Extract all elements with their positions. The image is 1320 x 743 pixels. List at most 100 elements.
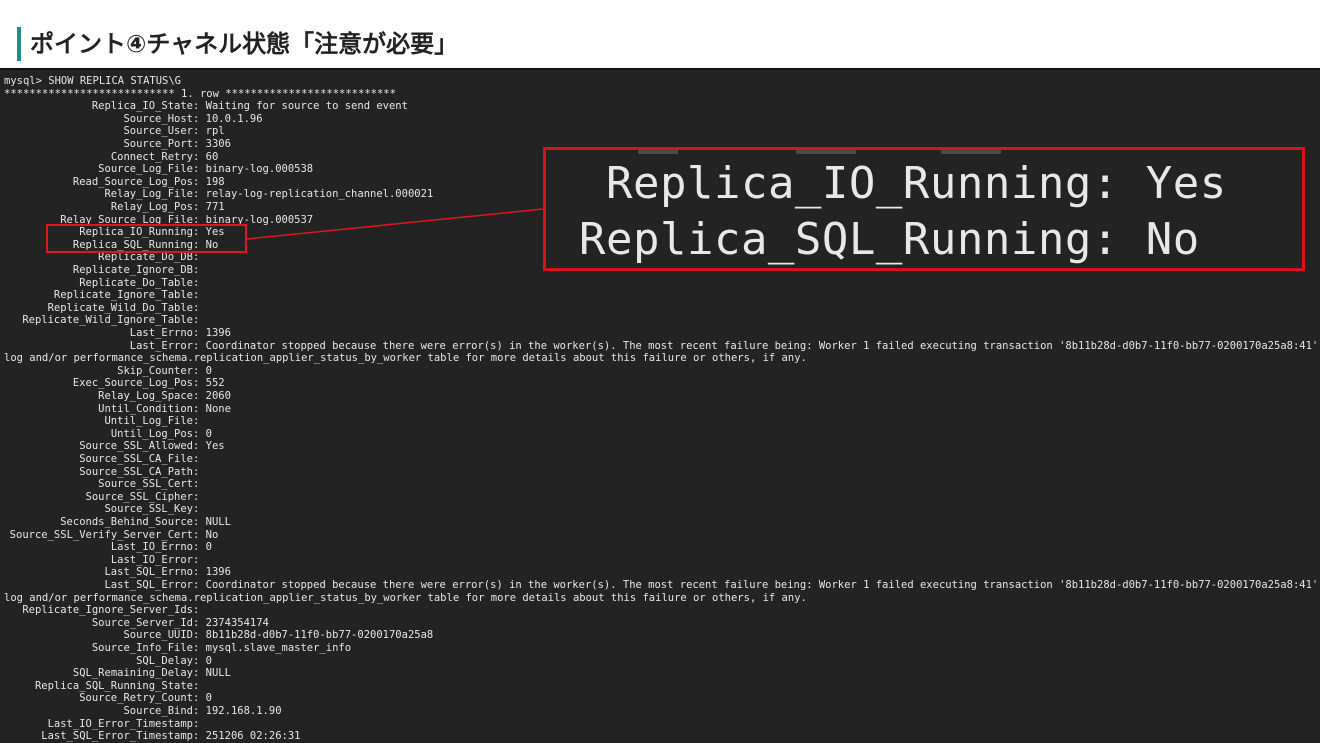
field-value: 192.168.1.90 <box>205 705 282 717</box>
field-separator: : <box>193 138 206 150</box>
terminal-field-row: Last_SQL_Error_Timestamp: 251206 02:26:3… <box>0 730 300 743</box>
field-separator: : <box>193 604 206 617</box>
field-value: No <box>205 528 219 541</box>
terminal-field-row: Replica_SQL_Running_State: <box>0 680 206 693</box>
field-separator: : <box>193 516 206 528</box>
field-separator: : <box>193 440 206 453</box>
field-name: Until_Log_Pos <box>110 427 193 440</box>
field-separator: : <box>193 314 206 327</box>
field-name: Source_Server_Id <box>91 616 193 629</box>
zoom-fragment <box>638 150 678 154</box>
terminal-field-row: Last_IO_Errno: 0 <box>0 541 212 554</box>
terminal-field-row: Replicate_Do_Table: <box>0 277 206 290</box>
field-value: 2060 <box>205 390 231 402</box>
terminal-field-row: Replicate_Wild_Do_Table: <box>0 302 206 315</box>
field-separator: : <box>193 679 206 692</box>
terminal-field-row: Source_Log_File: binary-log.000538 <box>0 163 313 176</box>
field-name: Last_Errno <box>129 327 193 339</box>
field-value: 3306 <box>205 138 231 150</box>
field-name: Connect_Retry <box>110 150 193 163</box>
field-separator: : <box>193 100 206 113</box>
field-value: 251206 02:26:31 <box>205 730 301 743</box>
field-name: Last_IO_Errno <box>110 541 193 554</box>
field-value: 0 <box>205 541 212 554</box>
terminal-field-row: Replica_IO_State: Waiting for source to … <box>0 100 408 113</box>
terminal-field-row: Source_Info_File: mysql.slave_master_inf… <box>0 642 351 655</box>
field-name: Source_User <box>123 125 193 138</box>
terminal-field-row: Connect_Retry: 60 <box>0 150 219 164</box>
field-value: 0 <box>205 427 212 440</box>
terminal-field-row: Replicate_Ignore_Server_Ids: <box>0 604 206 617</box>
field-name: Relay_Log_File <box>104 188 193 201</box>
field-separator: : <box>193 251 206 264</box>
field-separator: : <box>193 276 206 289</box>
field-separator: : <box>193 175 206 188</box>
field-value: 1396 <box>205 566 231 579</box>
field-name: Source_Retry_Count <box>79 692 193 705</box>
field-separator: : <box>193 730 206 743</box>
field-name: Replicate_Ignore_Server_Ids <box>22 604 193 617</box>
terminal-field-row: Replicate_Ignore_Table: <box>0 289 206 302</box>
slide-title: ポイント④チャネル状態「注意が必要」 <box>30 30 459 58</box>
field-name: Source_SSL_Verify_Server_Cert <box>9 528 193 541</box>
field-value: NULL <box>205 516 231 528</box>
terminal-field-row: Relay_Log_Pos: 771 <box>0 201 225 214</box>
field-separator: : <box>193 150 206 163</box>
terminal-field-row: Source_SSL_Allowed: Yes <box>0 440 224 453</box>
field-name: Replicate_Wild_Do_Table <box>47 301 193 314</box>
field-value: NULL <box>205 667 231 680</box>
field-name: Replicate_Do_Table <box>79 276 193 289</box>
field-name: Replicate_Ignore_DB <box>72 264 193 276</box>
field-value: 10.0.1.96 <box>205 112 263 125</box>
field-separator: : <box>193 579 206 591</box>
field-value: 771 <box>205 201 225 213</box>
terminal-field-row: Source_SSL_Cert: <box>0 478 206 491</box>
field-value: 60 <box>205 150 219 163</box>
field-name: Until_Condition <box>98 402 193 415</box>
field-separator: : <box>193 541 206 554</box>
field-separator: : <box>193 327 206 339</box>
field-name: SQL_Delay <box>136 654 193 667</box>
terminal-field-row: Relay_Log_Space: 2060 <box>0 390 231 403</box>
field-separator: : <box>193 339 206 352</box>
field-name: Replica_SQL_Running_State <box>34 679 193 692</box>
callout-sql-running: Replica_SQL_Running: No <box>579 214 1200 265</box>
terminal-field-row: Source_Bind: 192.168.1.90 <box>0 705 282 718</box>
terminal-field-row: Last_IO_Error: <box>0 554 206 567</box>
field-name: Source_Log_File <box>98 163 193 176</box>
field-value: 552 <box>205 377 225 390</box>
terminal-field-row: Until_Log_Pos: 0 <box>0 428 212 441</box>
field-separator: : <box>193 717 206 730</box>
field-separator: : <box>193 163 206 176</box>
terminal-field-row: Replicate_Do_DB: <box>0 251 206 264</box>
field-separator: : <box>193 465 206 478</box>
field-separator: : <box>193 553 206 566</box>
terminal-field-row: Source_SSL_Verify_Server_Cert: No <box>0 528 219 542</box>
field-separator: : <box>193 490 206 503</box>
field-name: Relay_Log_Pos <box>110 201 193 213</box>
field-separator: : <box>193 125 206 138</box>
field-name: Read_Source_Log_Pos <box>72 175 193 188</box>
terminal-field-row: Source_SSL_Key: <box>0 503 206 516</box>
terminal-field-row: Until_Log_File: <box>0 415 206 428</box>
field-value: Waiting for source to send event <box>205 100 408 113</box>
field-name: Source_Info_File <box>91 642 193 654</box>
terminal-field-row: Last_SQL_Errno: 1396 <box>0 566 231 579</box>
field-value: 0 <box>205 654 212 667</box>
field-separator: : <box>193 112 206 125</box>
field-name: Last_IO_Error <box>110 553 193 566</box>
terminal-field-row: Source_Server_Id: 2374354174 <box>0 617 269 630</box>
field-separator: : <box>193 402 206 415</box>
terminal-row-header: *************************** 1. row *****… <box>4 87 396 100</box>
field-name: Last_Error <box>129 339 193 352</box>
zoomed-callout: Replica_IO_Running: Yes Replica_SQL_Runn… <box>543 147 1305 271</box>
field-separator: : <box>193 301 206 314</box>
field-separator: : <box>193 642 206 654</box>
field-separator: : <box>193 692 206 705</box>
field-separator: : <box>193 377 206 390</box>
field-name: SQL_Remaining_Delay <box>72 667 193 680</box>
terminal-field-row: Source_Port: 3306 <box>0 138 231 151</box>
field-value: None <box>205 402 231 415</box>
field-value: relay-log-replication_channel.000021 <box>205 188 434 201</box>
field-name: Relay_Log_Space <box>98 390 193 402</box>
